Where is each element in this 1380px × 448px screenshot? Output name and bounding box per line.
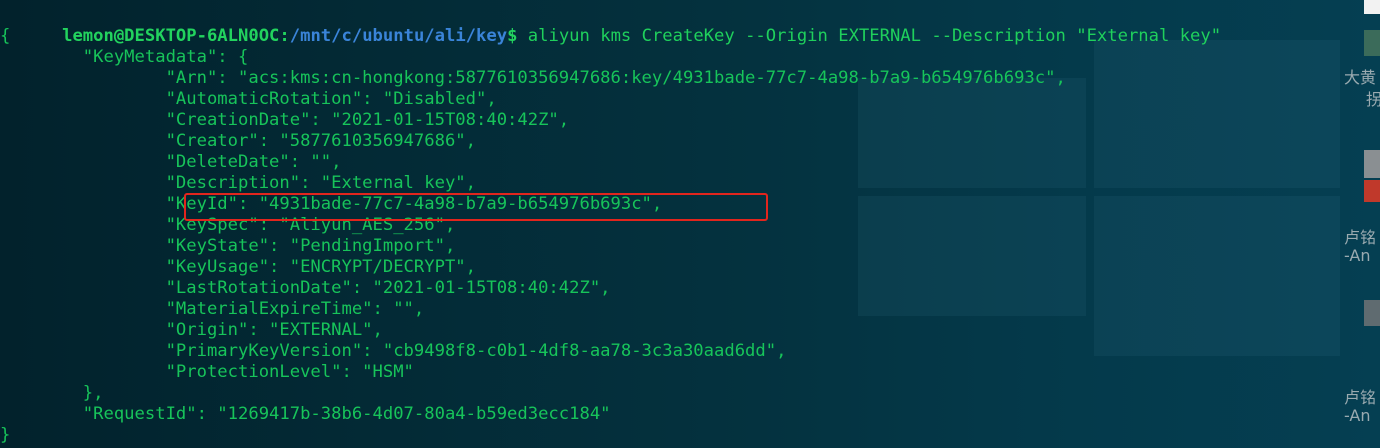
prompt-path: /mnt/c/ubuntu/ali/key — [289, 26, 508, 46]
output-line: "AutomaticRotation": "Disabled", — [0, 89, 497, 109]
output-line: }, — [0, 383, 104, 403]
desktop-item-label: -An — [1344, 246, 1371, 265]
output-line: "MaterialExpireTime": "", — [0, 299, 425, 319]
desktop-icon[interactable] — [1364, 300, 1380, 326]
desktop-icon[interactable] — [1364, 180, 1380, 202]
window-edge-icon — [1364, 0, 1380, 14]
output-line: { — [0, 26, 11, 46]
prompt-separator: : — [279, 26, 290, 46]
output-line: "Arn": "acs:kms:cn-hongkong:587761035694… — [0, 68, 1066, 88]
output-line: "DeleteDate": "", — [0, 152, 342, 172]
output-line: "LastRotationDate": "2021-01-15T08:40:42… — [0, 278, 611, 298]
terminal-window[interactable]: lemon@DESKTOP-6ALN0OC:/mnt/c/ubuntu/ali/… — [0, 0, 1340, 448]
desktop-item-label: -An — [1344, 406, 1371, 425]
desktop-icon[interactable] — [1364, 30, 1380, 56]
keyid-highlight-box — [184, 193, 768, 221]
output-line: "RequestId": "1269417b-38b6-4d07-80a4-b5… — [0, 404, 611, 424]
prompt-symbol: $ — [507, 26, 518, 46]
command-text: aliyun kms CreateKey --Origin EXTERNAL -… — [517, 26, 1222, 46]
desktop-item-label: 拐 — [1366, 90, 1380, 109]
output-line: } — [0, 425, 11, 445]
prompt-line: lemon@DESKTOP-6ALN0OC:/mnt/c/ubuntu/ali/… — [0, 5, 1221, 46]
desktop-side-strip: 大黄 拐 卢铭 -An 卢铭 -An — [1340, 0, 1380, 448]
output-line: "ProtectionLevel": "HSM" — [0, 362, 414, 382]
desktop-icon[interactable] — [1364, 150, 1380, 178]
output-line: "KeyUsage": "ENCRYPT/DECRYPT", — [0, 257, 476, 277]
desktop-item-label: 卢铭 — [1344, 228, 1377, 247]
output-line: "PrimaryKeyVersion": "cb9498f8-c0b1-4df8… — [0, 341, 787, 361]
output-line: "Origin": "EXTERNAL", — [0, 320, 383, 340]
output-line: "CreationDate": "2021-01-15T08:40:42Z", — [0, 110, 570, 130]
desktop-item-label: 卢铭 — [1344, 388, 1377, 407]
output-line: "KeyMetadata": { — [0, 47, 249, 67]
output-line: "Description": "External key", — [0, 173, 476, 193]
prompt-user-host: lemon@DESKTOP-6ALN0OC — [62, 26, 280, 46]
output-line: "Creator": "5877610356947686", — [0, 131, 476, 151]
desktop-screen: lemon@DESKTOP-6ALN0OC:/mnt/c/ubuntu/ali/… — [0, 0, 1380, 448]
desktop-item-label: 大黄 — [1344, 68, 1377, 87]
output-line: "KeyState": "PendingImport", — [0, 236, 456, 256]
